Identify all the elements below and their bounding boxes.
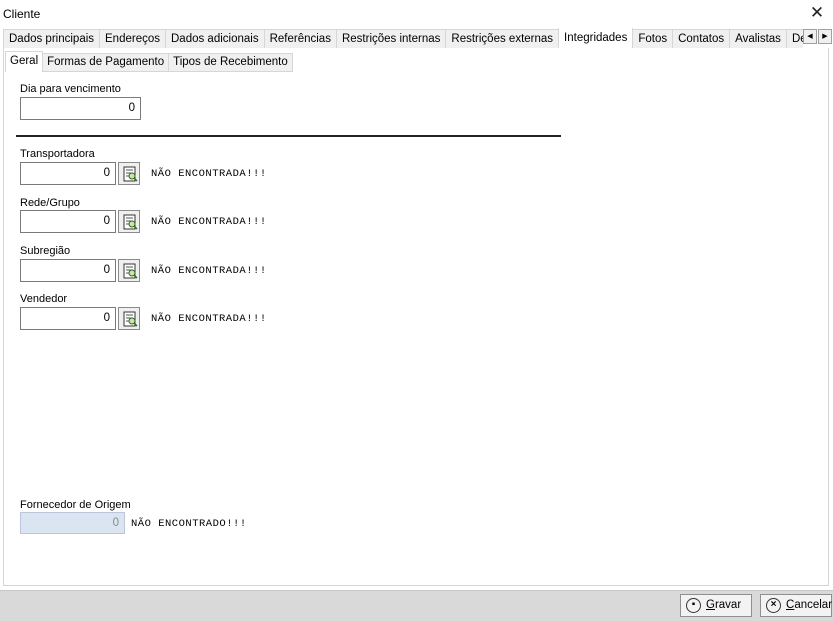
transportadora-input[interactable]: 0: [20, 162, 116, 185]
tab-scroll-right-icon[interactable]: ▶: [818, 29, 832, 44]
rede-grupo-lookup-button[interactable]: [118, 210, 140, 233]
dia-vencimento-input[interactable]: 0: [20, 97, 141, 120]
save-icon: ▪: [686, 598, 701, 613]
tab-dados-adicionais[interactable]: Dados adicionais: [165, 29, 265, 48]
close-icon[interactable]: ✕: [807, 3, 827, 23]
rede-grupo-input[interactable]: 0: [20, 210, 116, 233]
fornecedor-origem-label: Fornecedor de Origem: [20, 499, 131, 511]
tab-restrições-externas[interactable]: Restrições externas: [445, 29, 560, 48]
transportadora-lookup-button[interactable]: [118, 162, 140, 185]
rede-grupo-status: NÃO ENCONTRADA!!!: [151, 216, 267, 228]
subtab-tipos-de-recebimento[interactable]: Tipos de Recebimento: [168, 53, 293, 72]
subtab-geral[interactable]: Geral: [5, 51, 44, 72]
gravar-button[interactable]: ▪ Gravar: [680, 594, 752, 617]
gravar-accel: G: [706, 599, 715, 611]
tab-descontos[interactable]: Descontos: [785, 29, 803, 48]
search-list-icon: [123, 166, 138, 182]
tab-integridades[interactable]: Integridades: [558, 28, 634, 48]
bottom-button-bar: ▪ Gravar × Cancelar: [0, 590, 833, 621]
subtab-formas-de-pagamento[interactable]: Formas de Pagamento: [42, 53, 170, 72]
main-tab-strip: Dados principais Endereços Dados adicionai…: [3, 28, 803, 49]
cancelar-label: ancelar: [794, 599, 833, 611]
tab-dados-principais[interactable]: Dados principais: [3, 29, 101, 48]
subregiao-label: Subregião: [20, 245, 71, 257]
fornecedor-origem-status: NÃO ENCONTRADO!!!: [131, 518, 247, 530]
transportadora-label: Transportadora: [20, 148, 95, 160]
window-title: Cliente: [3, 7, 41, 21]
search-list-icon: [123, 214, 138, 230]
rede-grupo-label: Rede/Grupo: [20, 197, 80, 209]
title-bar: Cliente ✕: [0, 0, 833, 27]
sub-tab-strip: Geral Formas de Pagamento Tipos de Recebim…: [5, 51, 293, 72]
dia-vencimento-label: Dia para vencimento: [20, 83, 121, 95]
gravar-label: ravar: [714, 599, 742, 611]
transportadora-status: NÃO ENCONTRADA!!!: [151, 168, 267, 180]
tab-endereços[interactable]: Endereços: [99, 29, 166, 48]
vendedor-input[interactable]: 0: [20, 307, 116, 330]
search-list-icon: [123, 311, 138, 327]
tab-referências[interactable]: Referências: [263, 29, 337, 48]
cancelar-button[interactable]: × Cancelar: [760, 594, 832, 617]
fornecedor-origem-input: 0: [20, 512, 125, 534]
subregiao-input[interactable]: 0: [20, 259, 116, 282]
tab-fotos[interactable]: Fotos: [632, 29, 674, 48]
vendedor-status: NÃO ENCONTRADA!!!: [151, 313, 267, 325]
cancel-icon: ×: [766, 598, 781, 613]
vendedor-lookup-button[interactable]: [118, 307, 140, 330]
tab-contatos[interactable]: Contatos: [672, 29, 731, 48]
subregiao-status: NÃO ENCONTRADA!!!: [151, 265, 267, 277]
subregiao-lookup-button[interactable]: [118, 259, 140, 282]
separator-line: [16, 135, 561, 137]
tab-avalistas[interactable]: Avalistas: [729, 29, 787, 48]
search-list-icon: [123, 263, 138, 279]
vendedor-label: Vendedor: [20, 293, 68, 305]
tab-restrições-internas[interactable]: Restrições internas: [335, 29, 447, 48]
tab-scroll-left-icon[interactable]: ◀: [803, 29, 817, 44]
